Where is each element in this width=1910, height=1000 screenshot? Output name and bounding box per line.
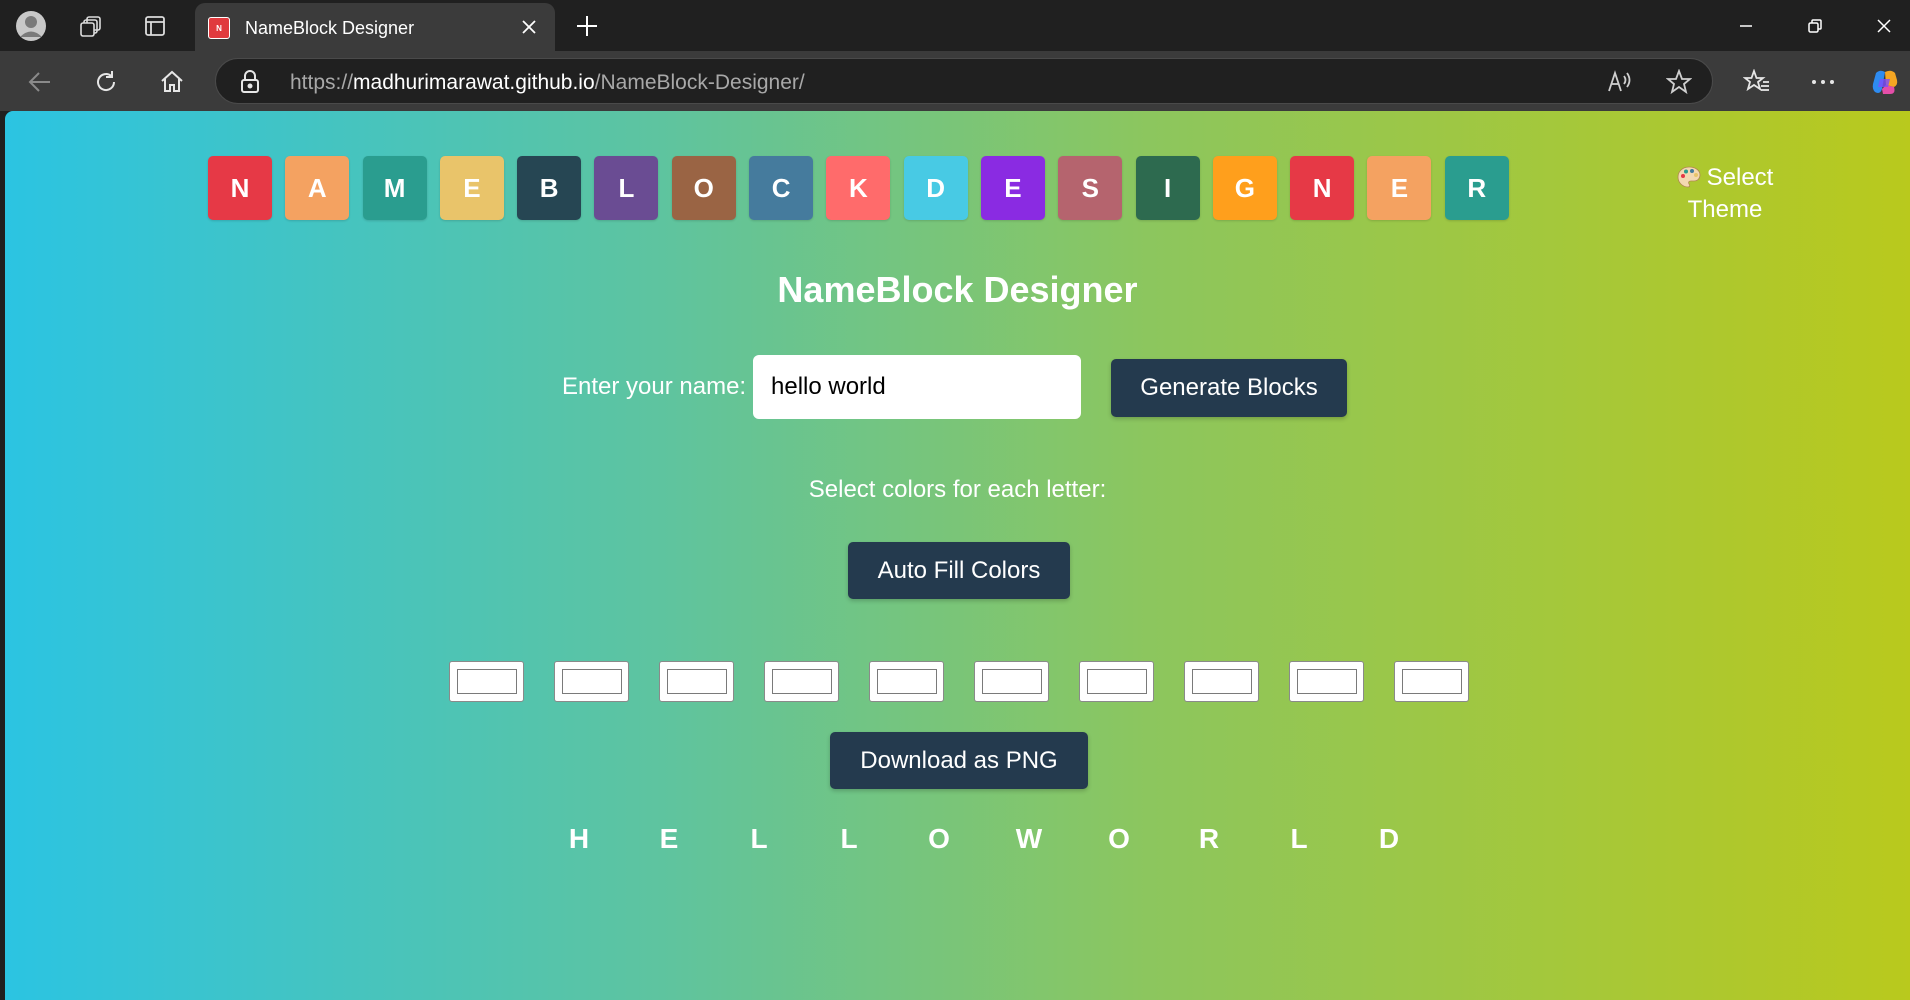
letter-color-input[interactable]: [449, 661, 524, 702]
color-swatch: [771, 669, 832, 694]
color-swatch: [876, 669, 937, 694]
preview-letter-block: O: [1108, 823, 1130, 854]
header-letter-block: K: [826, 156, 891, 220]
header-letter-block: L: [594, 156, 659, 220]
color-swatch: [456, 669, 517, 694]
letter-color-input[interactable]: [1184, 661, 1259, 702]
download-png-button[interactable]: Download as PNG: [830, 732, 1088, 789]
generate-blocks-button[interactable]: Generate Blocks: [1111, 359, 1347, 417]
letter-color-input[interactable]: [1289, 661, 1364, 702]
color-swatch: [1401, 669, 1462, 694]
lock-icon[interactable]: [240, 70, 260, 99]
active-tab[interactable]: N NameBlock Designer: [195, 3, 555, 51]
name-blocks-preview: HELLOWORLD: [534, 823, 1434, 855]
more-options-icon[interactable]: [1804, 63, 1842, 101]
color-swatch: [666, 669, 727, 694]
home-icon[interactable]: [153, 63, 191, 101]
favorite-star-icon[interactable]: [1664, 67, 1694, 97]
header-letter-block: O: [671, 156, 736, 220]
preview-letter-block: E: [659, 823, 679, 854]
preview-letter-block: L: [1290, 823, 1308, 854]
profile-icon[interactable]: [13, 8, 49, 44]
color-swatch: [1086, 669, 1147, 694]
restore-icon[interactable]: [1795, 8, 1835, 44]
header-letter-block: E: [1367, 156, 1432, 220]
letter-color-input[interactable]: [1394, 661, 1469, 702]
header-letter-block: B: [517, 156, 582, 220]
letter-color-input[interactable]: [869, 661, 944, 702]
theme-selector[interactable]: Select Theme: [1645, 163, 1805, 224]
copilot-icon[interactable]: [1866, 63, 1904, 101]
color-swatch: [561, 669, 622, 694]
palette-icon: [1677, 166, 1701, 195]
page-viewport: NAMEBLOCKDESIGNER Select Theme NameBlock…: [5, 111, 1910, 1000]
header-letter-block: G: [1212, 156, 1277, 220]
preview-letter-block: D: [1378, 823, 1400, 854]
tab-actions-icon[interactable]: [137, 8, 173, 44]
close-tab-icon[interactable]: [517, 15, 541, 39]
header-letter-block: E: [439, 156, 504, 220]
header-letter-block: D: [903, 156, 968, 220]
tab-title: NameBlock Designer: [245, 18, 415, 38]
read-aloud-icon[interactable]: [1605, 67, 1635, 97]
auto-fill-colors-button[interactable]: Auto Fill Colors: [848, 542, 1070, 599]
browser-window: N NameBlock Designer https://madhurimara…: [0, 0, 1910, 1000]
name-label: Enter your name:: [562, 373, 747, 400]
header-letter-block: N: [208, 156, 272, 220]
header-letter-block: N: [1290, 156, 1355, 220]
header-letter-block: C: [749, 156, 814, 220]
back-icon[interactable]: [21, 63, 59, 101]
preview-letter-block: R: [1198, 823, 1220, 854]
letter-color-input[interactable]: [764, 661, 839, 702]
letter-color-inputs: [449, 661, 1499, 702]
color-swatch: [1191, 669, 1252, 694]
refresh-icon[interactable]: [87, 63, 125, 101]
url-path: /NameBlock-Designer/: [594, 71, 805, 94]
preview-letter-block: W: [1015, 823, 1043, 854]
header-letter-block: I: [1135, 156, 1200, 220]
header-letter-block: A: [285, 156, 350, 220]
letter-color-input[interactable]: [1079, 661, 1154, 702]
header-letter-blocks: NAMEBLOCKDESIGNER: [208, 156, 1522, 220]
minimize-icon[interactable]: [1726, 8, 1766, 44]
url-host: madhurimarawat.github.io: [353, 71, 595, 94]
preview-letter-block: O: [928, 823, 950, 854]
new-tab-icon[interactable]: [571, 10, 603, 42]
header-letter-block: R: [1444, 156, 1509, 220]
workspaces-icon[interactable]: [73, 8, 109, 44]
favicon-icon: N: [208, 17, 230, 39]
color-swatch: [1296, 669, 1357, 694]
preview-letter-block: L: [840, 823, 858, 854]
favorites-icon[interactable]: [1738, 63, 1776, 101]
color-swatch: [981, 669, 1042, 694]
url-text[interactable]: https://madhurimarawat.github.io/NameBlo…: [290, 71, 805, 95]
title-bar: N NameBlock Designer: [0, 0, 1910, 51]
url-scheme: https://: [290, 71, 354, 94]
select-colors-label: Select colors for each letter:: [808, 476, 1107, 503]
letter-color-input[interactable]: [974, 661, 1049, 702]
header-letter-block: M: [362, 156, 427, 220]
close-window-icon[interactable]: [1864, 8, 1904, 44]
preview-letter-block: L: [750, 823, 768, 854]
letter-color-input[interactable]: [554, 661, 629, 702]
preview-letter-block: H: [568, 823, 590, 854]
navigation-bar: https://madhurimarawat.github.io/NameBlo…: [0, 51, 1910, 111]
header-letter-block: E: [980, 156, 1045, 220]
letter-color-input[interactable]: [659, 661, 734, 702]
address-bar[interactable]: https://madhurimarawat.github.io/NameBlo…: [215, 58, 1713, 104]
name-input[interactable]: [753, 355, 1081, 419]
header-letter-block: S: [1058, 156, 1123, 220]
page-title: NameBlock Designer: [777, 269, 1138, 310]
